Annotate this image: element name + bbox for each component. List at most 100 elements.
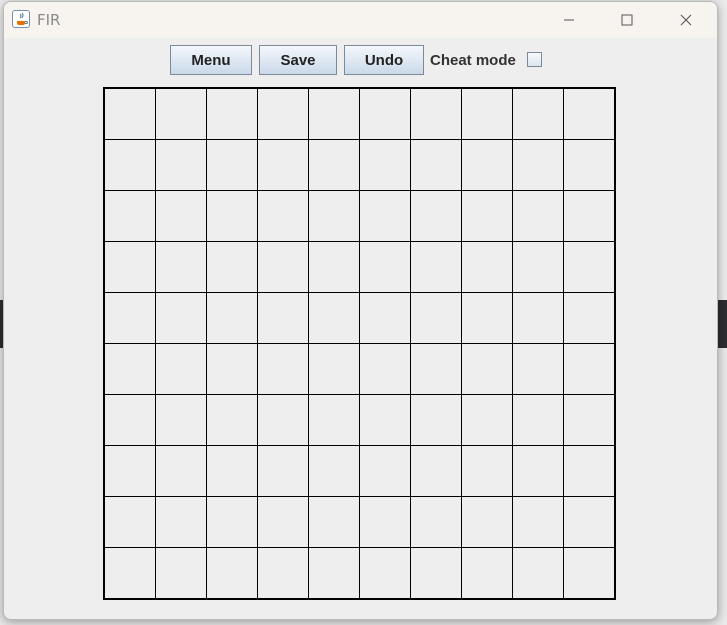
menu-button[interactable]: Menu bbox=[170, 45, 252, 75]
board-cell[interactable] bbox=[205, 496, 258, 549]
board-cell[interactable] bbox=[154, 189, 207, 242]
board-cell[interactable] bbox=[358, 445, 412, 498]
board-cell[interactable] bbox=[256, 496, 309, 549]
board-cell[interactable] bbox=[307, 87, 360, 140]
board-cell[interactable] bbox=[154, 547, 207, 600]
board-cell[interactable] bbox=[103, 138, 156, 191]
board-cell[interactable] bbox=[103, 189, 156, 242]
board-cell[interactable] bbox=[410, 547, 463, 600]
board-cell[interactable] bbox=[103, 394, 156, 447]
board-cell[interactable] bbox=[410, 394, 463, 447]
board-cell[interactable] bbox=[358, 342, 412, 396]
board-cell[interactable] bbox=[461, 87, 514, 140]
board-cell[interactable] bbox=[512, 291, 565, 344]
board-cell[interactable] bbox=[461, 240, 514, 293]
game-board[interactable] bbox=[103, 87, 616, 600]
board-cell[interactable] bbox=[358, 394, 412, 447]
board-cell[interactable] bbox=[461, 138, 514, 191]
board-cell[interactable] bbox=[358, 291, 412, 344]
board-cell[interactable] bbox=[256, 291, 309, 344]
board-cell[interactable] bbox=[512, 547, 565, 600]
board-cell[interactable] bbox=[410, 138, 463, 191]
board-cell[interactable] bbox=[256, 189, 309, 242]
board-cell[interactable] bbox=[410, 87, 463, 140]
board-cell[interactable] bbox=[103, 87, 156, 140]
board-cell[interactable] bbox=[563, 547, 616, 600]
board-cell[interactable] bbox=[103, 547, 156, 600]
title-bar[interactable]: FIR bbox=[4, 2, 717, 38]
board-cell[interactable] bbox=[358, 87, 412, 140]
board-cell[interactable] bbox=[256, 394, 309, 447]
board-cell[interactable] bbox=[563, 87, 616, 140]
save-button[interactable]: Save bbox=[259, 45, 337, 75]
board-cell[interactable] bbox=[307, 291, 360, 344]
board-cell[interactable] bbox=[512, 342, 565, 396]
board-cell[interactable] bbox=[512, 138, 565, 191]
board-cell[interactable] bbox=[154, 445, 207, 498]
board-cell[interactable] bbox=[563, 342, 616, 396]
board-cell[interactable] bbox=[307, 240, 360, 293]
board-cell[interactable] bbox=[410, 291, 463, 344]
board-cell[interactable] bbox=[307, 342, 360, 396]
board-cell[interactable] bbox=[410, 445, 463, 498]
board-cell[interactable] bbox=[307, 138, 360, 191]
board-cell[interactable] bbox=[563, 138, 616, 191]
board-cell[interactable] bbox=[205, 240, 258, 293]
board-cell[interactable] bbox=[154, 394, 207, 447]
board-cell[interactable] bbox=[154, 138, 207, 191]
board-cell[interactable] bbox=[358, 547, 412, 600]
undo-button[interactable]: Undo bbox=[344, 45, 424, 75]
board-cell[interactable] bbox=[205, 291, 258, 344]
board-cell[interactable] bbox=[358, 240, 412, 293]
board-cell[interactable] bbox=[512, 240, 565, 293]
board-cell[interactable] bbox=[205, 445, 258, 498]
board-cell[interactable] bbox=[461, 445, 514, 498]
board-cell[interactable] bbox=[410, 240, 463, 293]
board-cell[interactable] bbox=[256, 342, 309, 396]
board-cell[interactable] bbox=[154, 342, 207, 396]
board-cell[interactable] bbox=[307, 547, 360, 600]
board-cell[interactable] bbox=[358, 138, 412, 191]
board-cell[interactable] bbox=[410, 342, 463, 396]
board-cell[interactable] bbox=[563, 445, 616, 498]
board-cell[interactable] bbox=[307, 394, 360, 447]
board-cell[interactable] bbox=[154, 496, 207, 549]
board-cell[interactable] bbox=[563, 189, 616, 242]
board-cell[interactable] bbox=[103, 291, 156, 344]
board-cell[interactable] bbox=[307, 445, 360, 498]
board-cell[interactable] bbox=[154, 87, 207, 140]
board-cell[interactable] bbox=[103, 445, 156, 498]
board-cell[interactable] bbox=[563, 496, 616, 549]
board-cell[interactable] bbox=[563, 240, 616, 293]
maximize-button[interactable] bbox=[604, 2, 650, 38]
board-cell[interactable] bbox=[103, 342, 156, 396]
board-cell[interactable] bbox=[563, 291, 616, 344]
board-cell[interactable] bbox=[512, 189, 565, 242]
minimize-button[interactable] bbox=[546, 2, 592, 38]
board-cell[interactable] bbox=[205, 342, 258, 396]
board-cell[interactable] bbox=[461, 394, 514, 447]
board-cell[interactable] bbox=[358, 496, 412, 549]
board-cell[interactable] bbox=[410, 496, 463, 549]
board-cell[interactable] bbox=[154, 291, 207, 344]
board-cell[interactable] bbox=[256, 87, 309, 140]
board-cell[interactable] bbox=[307, 496, 360, 549]
cheat-mode-checkbox[interactable] bbox=[527, 52, 542, 67]
board-cell[interactable] bbox=[461, 496, 514, 549]
board-cell[interactable] bbox=[410, 189, 463, 242]
board-cell[interactable] bbox=[205, 189, 258, 242]
board-cell[interactable] bbox=[256, 445, 309, 498]
board-cell[interactable] bbox=[205, 547, 258, 600]
board-cell[interactable] bbox=[103, 240, 156, 293]
board-cell[interactable] bbox=[512, 87, 565, 140]
board-cell[interactable] bbox=[512, 394, 565, 447]
board-cell[interactable] bbox=[103, 496, 156, 549]
board-cell[interactable] bbox=[205, 138, 258, 191]
board-cell[interactable] bbox=[256, 138, 309, 191]
board-cell[interactable] bbox=[205, 394, 258, 447]
board-cell[interactable] bbox=[154, 240, 207, 293]
board-cell[interactable] bbox=[256, 547, 309, 600]
board-cell[interactable] bbox=[461, 342, 514, 396]
board-cell[interactable] bbox=[512, 496, 565, 549]
board-cell[interactable] bbox=[461, 291, 514, 344]
